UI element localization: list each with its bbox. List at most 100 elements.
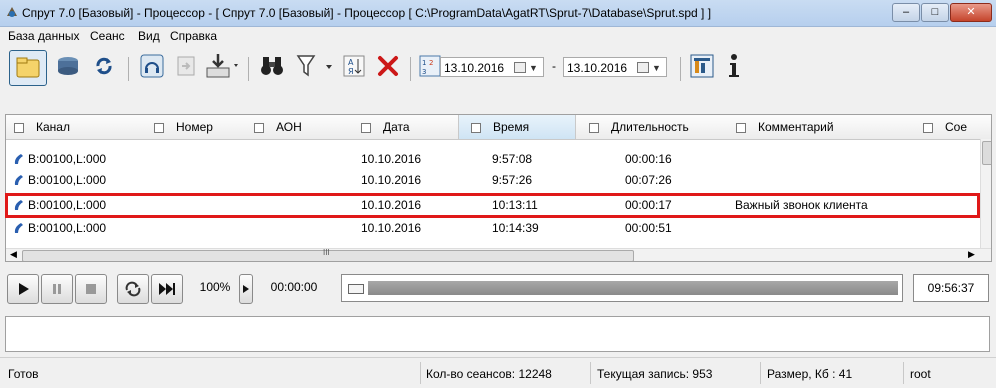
play-button[interactable] — [7, 274, 39, 304]
cell-channel: B:00100,L:000 — [28, 221, 107, 235]
filter-icon — [296, 55, 332, 77]
status-separator — [590, 362, 591, 384]
sort-button[interactable]: AЯ — [338, 50, 370, 82]
column-header-duration[interactable]: Длительность — [589, 115, 689, 139]
date-from-field[interactable]: 13.10.2016 ▼ — [440, 57, 544, 77]
filter-dropdown-button[interactable] — [292, 50, 336, 82]
cell-channel: B:00100,L:000 — [28, 173, 107, 187]
column-checkbox[interactable] — [154, 122, 164, 133]
report-button[interactable] — [686, 50, 718, 82]
search-button[interactable] — [256, 50, 288, 82]
app-icon — [7, 7, 17, 17]
info-button[interactable] — [718, 50, 750, 82]
column-header-comment[interactable]: Комментарий — [736, 115, 834, 139]
listen-button[interactable] — [136, 50, 168, 82]
pause-button[interactable] — [41, 274, 73, 304]
progress-track — [368, 281, 898, 295]
menu-view[interactable]: Вид — [138, 29, 160, 43]
svg-text:Я: Я — [348, 67, 354, 76]
info-icon — [729, 54, 739, 77]
phone-record-icon — [14, 223, 23, 233]
database-folder-icon — [16, 57, 40, 78]
column-checkbox[interactable] — [254, 122, 264, 133]
scroll-thumb[interactable] — [982, 141, 991, 165]
column-header-channel[interactable]: Канал — [14, 115, 70, 139]
comment-area[interactable] — [5, 316, 990, 352]
table-row[interactable]: B:00100,L:000 10.10.2016 9:57:26 00:07:2… — [6, 171, 981, 190]
table-row[interactable]: B:00100,L:000 10.10.2016 10:14:39 00:00:… — [6, 219, 981, 238]
open-database-button[interactable] — [9, 50, 47, 86]
fast-forward-button[interactable] — [151, 274, 183, 304]
download-dropdown-button[interactable] — [202, 50, 242, 82]
chevron-right-icon — [243, 285, 249, 293]
delete-button[interactable] — [372, 50, 404, 82]
progress-thumb[interactable] — [348, 284, 364, 294]
delete-x-icon — [378, 56, 398, 76]
download-icon — [206, 54, 238, 78]
volume-arrow-button[interactable] — [239, 274, 253, 304]
svg-text:2: 2 — [429, 59, 433, 67]
cell-duration: 00:00:16 — [625, 152, 672, 166]
table-row[interactable]: B:00100,L:000 10.10.2016 10:13:11 00:00:… — [6, 196, 981, 215]
toolbar-separator — [680, 57, 681, 81]
scroll-right-arrow-icon[interactable]: ▶ — [968, 249, 975, 260]
chevron-down-icon[interactable]: ▼ — [529, 58, 538, 78]
play-icon — [19, 283, 29, 295]
column-header-connection[interactable]: Сое — [923, 115, 967, 139]
column-header-number[interactable]: Номер — [154, 115, 213, 139]
cell-time: 9:57:08 — [492, 152, 533, 166]
cell-time: 10:13:11 — [492, 198, 538, 212]
total-duration: 09:56:37 — [913, 274, 989, 302]
title-bar[interactable]: Спрут 7.0 [Базовый] - Процессор - [ Спру… — [0, 0, 996, 27]
playback-progress-bar[interactable] — [341, 274, 903, 302]
menu-session[interactable]: Сеанс — [90, 29, 125, 43]
player-controls: 100% 00:00:00 09:56:37 — [5, 272, 990, 308]
status-separator — [760, 362, 761, 384]
date-range-dash: - — [552, 59, 556, 73]
svg-text:3: 3 — [422, 68, 426, 76]
chevron-down-icon[interactable]: ▼ — [652, 58, 661, 78]
loop-icon — [125, 281, 141, 297]
table-row[interactable]: B:00100,L:000 10.10.2016 9:57:08 00:00:1… — [6, 150, 981, 169]
maximize-button[interactable]: □ — [921, 3, 949, 22]
column-checkbox[interactable] — [471, 122, 481, 133]
scroll-left-arrow-icon[interactable]: ◀ — [10, 249, 17, 260]
sessions-table[interactable]: Канал Номер АОН Дата Время Длительность … — [5, 114, 992, 262]
status-ready: Готов — [8, 367, 39, 381]
column-checkbox[interactable] — [736, 122, 746, 133]
column-checkbox[interactable] — [589, 122, 599, 133]
stop-button[interactable] — [75, 274, 107, 304]
binoculars-icon — [261, 57, 283, 75]
date-to-value: 13.10.2016 — [567, 61, 628, 75]
cell-time: 10:14:39 — [492, 221, 539, 235]
date-to-field[interactable]: 13.10.2016 ▼ — [563, 57, 667, 77]
column-header-time[interactable]: Время — [458, 115, 576, 139]
status-bar: Готов Кол-во сеансов: 12248 Текущая запи… — [0, 357, 996, 388]
calendar-picker-icon[interactable] — [514, 62, 526, 73]
column-header-caller-id[interactable]: АОН — [254, 115, 302, 139]
table-header: Канал Номер АОН Дата Время Длительность … — [6, 115, 991, 140]
refresh-button[interactable] — [88, 50, 120, 82]
close-button[interactable]: ✕ — [950, 3, 992, 22]
column-checkbox[interactable] — [361, 122, 371, 133]
column-checkbox[interactable] — [923, 122, 933, 133]
horizontal-scrollbar[interactable]: ◀ III ▶ — [6, 248, 991, 261]
cell-time: 9:57:26 — [492, 173, 533, 187]
export-button[interactable] — [170, 50, 202, 82]
column-checkbox[interactable] — [14, 122, 24, 133]
vertical-scrollbar[interactable] — [980, 139, 991, 248]
calendar-picker-icon[interactable] — [637, 62, 649, 73]
minimize-button[interactable]: – — [892, 3, 920, 22]
stop-icon — [86, 284, 96, 294]
scroll-thumb[interactable]: III — [22, 248, 634, 261]
phone-record-icon — [14, 154, 23, 164]
cell-channel: B:00100,L:000 — [28, 198, 107, 212]
menu-help[interactable]: Справка — [170, 29, 217, 43]
column-header-date[interactable]: Дата — [361, 115, 410, 139]
cell-date: 10.10.2016 — [361, 173, 422, 187]
menu-database[interactable]: База данных — [8, 29, 79, 43]
pause-icon — [53, 284, 61, 294]
loop-button[interactable] — [117, 274, 149, 304]
chart-report-icon — [690, 54, 714, 78]
storage-button[interactable] — [52, 50, 84, 82]
